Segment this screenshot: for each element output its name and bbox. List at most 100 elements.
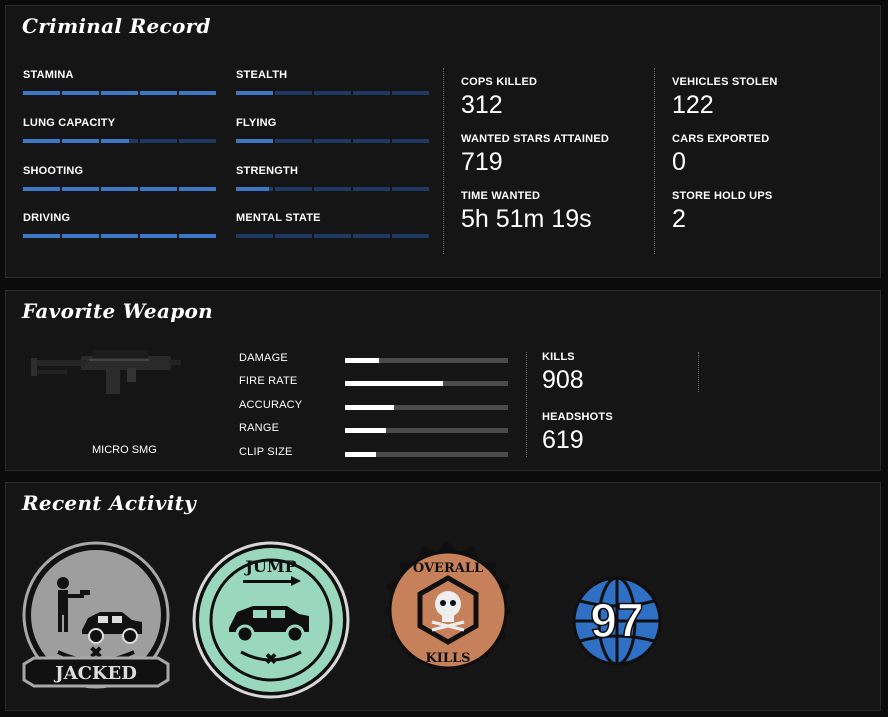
divider: [443, 68, 444, 254]
weapon-stat-damage: DAMAGE: [239, 352, 519, 368]
skill-bar-segment: [23, 139, 60, 143]
divider: [526, 352, 527, 457]
criminal-record-title: Criminal Record: [22, 14, 211, 38]
skill-stamina: STAMINA: [23, 69, 216, 95]
skill-bar-segment-fill: [101, 139, 129, 143]
stat-label: CARS EXPORTED: [672, 133, 770, 145]
skill-bar-segment-fill: [23, 187, 60, 191]
skill-label: STEALTH: [236, 69, 288, 81]
skill-bar-segment: [392, 234, 429, 238]
stat-label: KILLS: [542, 351, 575, 363]
svg-text:✖: ✖: [265, 650, 278, 668]
skill-bar-segment: [179, 91, 216, 95]
skill-mental-state: MENTAL STATE: [236, 212, 429, 238]
jump-badge: JUMP ✖: [192, 541, 350, 699]
skill-bar-segment-fill: [62, 234, 99, 238]
skill-bar-segment: [140, 234, 177, 238]
weapon-stat-bar: [345, 405, 508, 410]
skill-bar: [23, 187, 216, 191]
weapon-stat-fill: [345, 428, 386, 433]
skill-bar: [236, 91, 429, 95]
weapon-stat-label: FIRE RATE: [239, 375, 298, 387]
stat-label: WANTED STARS ATTAINED: [461, 133, 610, 145]
skill-bar-segment: [314, 91, 351, 95]
criminal-record-panel: Criminal Record STAMINA STEALTH LUNG CAP…: [5, 5, 881, 278]
weapon-stat-fill: [345, 452, 376, 457]
skill-bar-segment: [62, 91, 99, 95]
weapon-stat-bar: [345, 452, 508, 457]
weapon-stat-fill: [345, 405, 394, 410]
skill-bar: [23, 234, 216, 238]
skill-bar-segment: [275, 187, 312, 191]
skill-bar-segment: [23, 91, 60, 95]
skill-bar-segment-fill: [101, 91, 138, 95]
stat-wanted-stars: WANTED STARS ATTAINED 719: [461, 133, 609, 177]
stat-vehicles-stolen: VEHICLES STOLEN 122: [672, 76, 777, 120]
skill-bar-segment: [101, 139, 138, 143]
favorite-weapon-panel: Favorite Weapon MICRO SMG DAMAGE FIRE RA…: [5, 290, 881, 471]
skill-bar-segment: [353, 139, 390, 143]
skill-bar-segment-fill: [62, 187, 99, 191]
jacked-badge: ✖ JACKED: [22, 541, 170, 689]
skill-bar-segment: [101, 187, 138, 191]
recent-activity-panel: Recent Activity ✖ JACKED JUMP ✖ OVERALL …: [5, 482, 881, 711]
skill-bar-segment: [236, 187, 273, 191]
skill-bar-segment: [275, 234, 312, 238]
globe-badge: 97: [572, 576, 662, 666]
skill-label: STRENGTH: [236, 165, 299, 177]
skill-label: STAMINA: [23, 69, 74, 81]
skill-bar-segment: [275, 91, 312, 95]
skill-bar: [236, 187, 429, 191]
weapon-stat-label: DAMAGE: [239, 352, 288, 364]
skill-driving: DRIVING: [23, 212, 216, 238]
skill-bar-segment: [236, 234, 273, 238]
skill-bar-segment-fill: [62, 139, 99, 143]
skill-bar-segment: [314, 187, 351, 191]
recent-activity-title: Recent Activity: [22, 491, 197, 515]
skill-strength: STRENGTH: [236, 165, 429, 191]
skill-bar-segment-fill: [23, 139, 60, 143]
weapon-stat-label: RANGE: [239, 422, 280, 434]
skill-bar-segment: [62, 139, 99, 143]
stat-label: COPS KILLED: [461, 76, 538, 88]
skill-bar-segment: [275, 139, 312, 143]
weapon-stat-accuracy: ACCURACY: [239, 399, 519, 415]
skill-bar: [236, 139, 429, 143]
skill-bar: [236, 234, 429, 238]
stat-cars-exported: CARS EXPORTED 0: [672, 133, 769, 177]
skill-bar-segment-fill: [140, 91, 177, 95]
weapon-stat-fill: [345, 358, 380, 363]
skill-bar-segment: [179, 234, 216, 238]
stat-value: 122: [672, 91, 714, 119]
stat-value: 5h 51m 19s: [461, 205, 592, 233]
skill-bar-segment-fill: [23, 91, 60, 95]
skill-lung-capacity: LUNG CAPACITY: [23, 117, 216, 143]
skill-flying: FLYING: [236, 117, 429, 143]
stat-value: 719: [461, 148, 503, 176]
stat-value: 312: [461, 91, 503, 119]
skill-bar-segment: [236, 139, 273, 143]
skill-bar-segment-fill: [179, 187, 216, 191]
jacked-badge-text: JACKED: [53, 663, 137, 684]
divider: [654, 68, 655, 254]
skill-bar-segment: [314, 234, 351, 238]
skill-bar-segment: [353, 187, 390, 191]
stat-label: HEADSHOTS: [542, 411, 613, 423]
overall-kills-badge-bottom: KILLS: [425, 651, 470, 666]
skill-bar-segment-fill: [140, 234, 177, 238]
micro-smg-icon: [31, 350, 181, 394]
skill-bar-segment-fill: [236, 139, 273, 143]
weapon-stat-label: ACCURACY: [239, 399, 303, 411]
weapon-stat-bar: [345, 358, 508, 363]
skill-bar-segment-fill: [140, 187, 177, 191]
skill-bar-segment: [314, 139, 351, 143]
stat-value: 619: [542, 426, 584, 454]
stat-store-hold-ups: STORE HOLD UPS 2: [672, 190, 772, 234]
skill-bar-segment: [62, 234, 99, 238]
skill-stealth: STEALTH: [236, 69, 429, 95]
weapon-stat-label: CLIP SIZE: [239, 446, 293, 458]
skill-bar-segment: [179, 187, 216, 191]
skill-bar-segment: [140, 91, 177, 95]
divider: [698, 352, 699, 392]
stat-value: 908: [542, 366, 584, 394]
